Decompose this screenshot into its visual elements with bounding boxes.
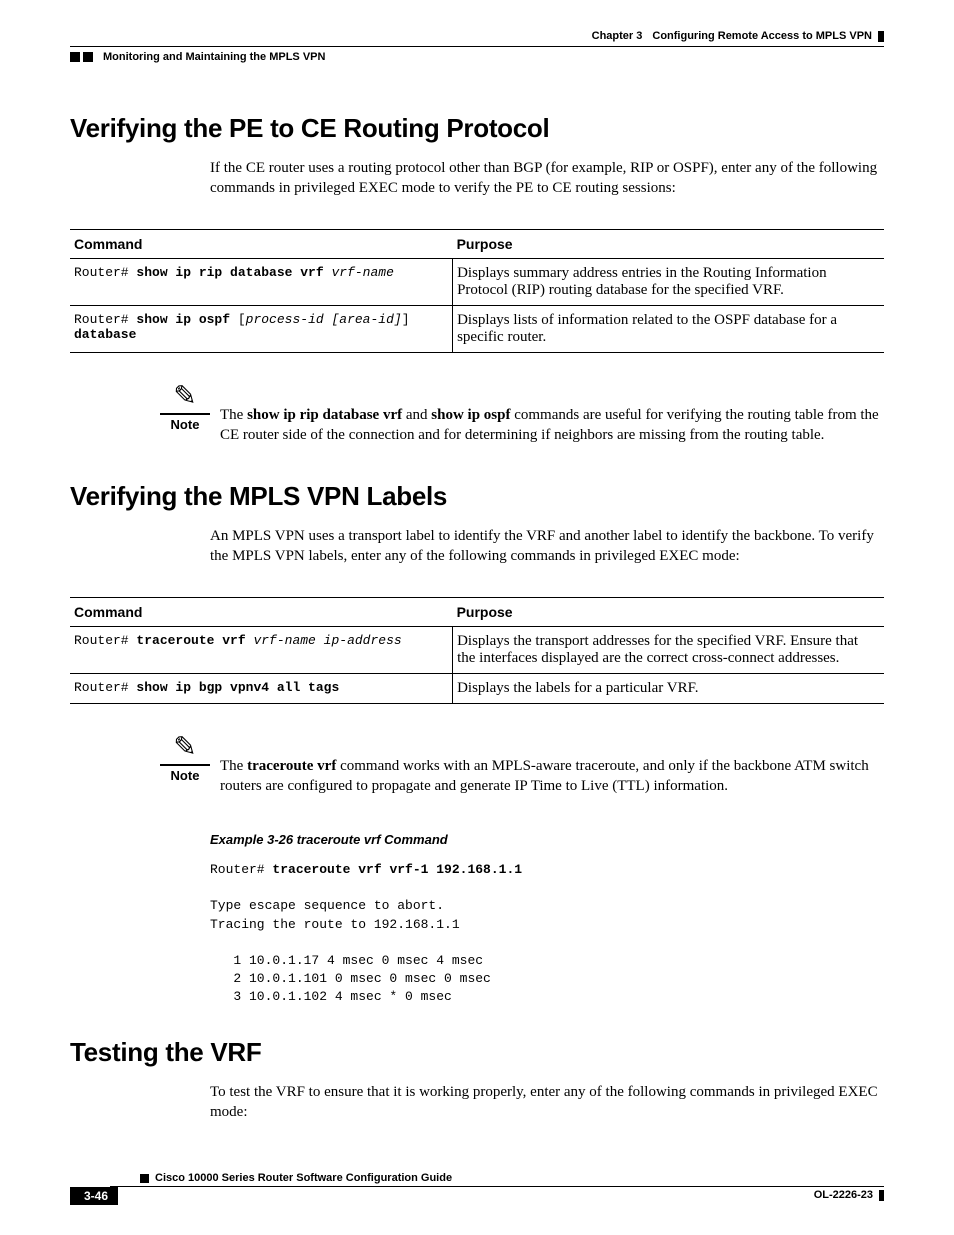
decorative-bar-icon — [878, 31, 884, 42]
chapter-label: Chapter 3 — [592, 30, 643, 42]
page-number-badge: 3-46 — [70, 1187, 118, 1205]
cmd-keyword: database — [74, 327, 136, 342]
guide-title: Cisco 10000 Series Router Software Confi… — [155, 1172, 452, 1184]
chapter-title: Configuring Remote Access to MPLS VPN — [652, 30, 872, 42]
cmd-purpose: Displays the transport addresses for the… — [453, 626, 884, 673]
cmd-purpose: Displays the labels for a particular VRF… — [453, 673, 884, 703]
page-header: Chapter 3 Configuring Remote Access to M… — [70, 30, 884, 42]
section-heading-testing-vrf: Testing the VRF — [70, 1037, 884, 1068]
cmd-prompt: Router# — [74, 312, 136, 327]
square-icon — [83, 52, 93, 62]
cmd-keyword: traceroute vrf — [136, 633, 253, 648]
doc-id: OL-2226-23 — [814, 1187, 884, 1201]
cmd-purpose: Displays lists of information related to… — [453, 305, 884, 352]
section-heading-pe-ce: Verifying the PE to CE Routing Protocol — [70, 113, 884, 144]
cmd-keyword: show ip ospf — [136, 312, 237, 327]
cmd-prompt: Router# — [74, 633, 136, 648]
square-icon — [70, 52, 80, 62]
section-intro: If the CE router uses a routing protocol… — [210, 158, 884, 199]
cmd-prompt: Router# — [74, 265, 136, 280]
page-footer: Cisco 10000 Series Router Software Confi… — [70, 1172, 884, 1205]
cmd-arg: vrf-name — [331, 265, 393, 280]
table-row: Router# traceroute vrf vrf-name ip-addre… — [70, 626, 884, 673]
decorative-bar-icon — [879, 1190, 884, 1201]
table-row: Router# show ip rip database vrf vrf-nam… — [70, 258, 884, 305]
section-crumb: Monitoring and Maintaining the MPLS VPN — [103, 51, 325, 63]
cmd-bracket: ] — [402, 312, 410, 327]
page: Chapter 3 Configuring Remote Access to M… — [0, 0, 954, 1225]
breadcrumb: Monitoring and Maintaining the MPLS VPN — [70, 46, 884, 63]
cmd-keyword: show ip rip database vrf — [136, 265, 331, 280]
pencil-icon: ✎ — [160, 734, 210, 762]
section-intro: An MPLS VPN uses a transport label to id… — [210, 526, 884, 567]
note-text: The traceroute vrf command works with an… — [210, 734, 884, 797]
pencil-icon: ✎ — [160, 383, 210, 411]
note-block: ✎ Note The show ip rip database vrf and … — [160, 383, 884, 446]
section-intro: To test the VRF to ensure that it is wor… — [210, 1082, 884, 1123]
note-label: Note — [171, 415, 200, 432]
square-icon — [140, 1174, 149, 1183]
section-heading-mpls-labels: Verifying the MPLS VPN Labels — [70, 481, 884, 512]
command-table-pe-ce: Command Purpose Router# show ip rip data… — [70, 229, 884, 353]
th-command: Command — [70, 597, 453, 626]
table-row: Router# show ip ospf [process-id [area-i… — [70, 305, 884, 352]
cmd-keyword: show ip bgp vpnv4 all tags — [136, 680, 339, 695]
note-block: ✎ Note The traceroute vrf command works … — [160, 734, 884, 797]
th-purpose: Purpose — [453, 597, 884, 626]
cmd-arg: vrf-name ip-address — [253, 633, 401, 648]
table-row: Router# show ip bgp vpnv4 all tags Displ… — [70, 673, 884, 703]
note-text: The show ip rip database vrf and show ip… — [210, 383, 884, 446]
cmd-prompt: Router# — [74, 680, 136, 695]
th-purpose: Purpose — [453, 229, 884, 258]
cmd-purpose: Displays summary address entries in the … — [453, 258, 884, 305]
th-command: Command — [70, 229, 453, 258]
note-label: Note — [171, 766, 200, 783]
code-example: Router# traceroute vrf vrf-1 192.168.1.1… — [210, 861, 884, 1007]
example-title: Example 3-26 traceroute vrf Command — [210, 832, 884, 847]
command-table-mpls-labels: Command Purpose Router# traceroute vrf v… — [70, 597, 884, 704]
cmd-bracket: [ — [238, 312, 246, 327]
cmd-arg: process-id [area-id] — [246, 312, 402, 327]
